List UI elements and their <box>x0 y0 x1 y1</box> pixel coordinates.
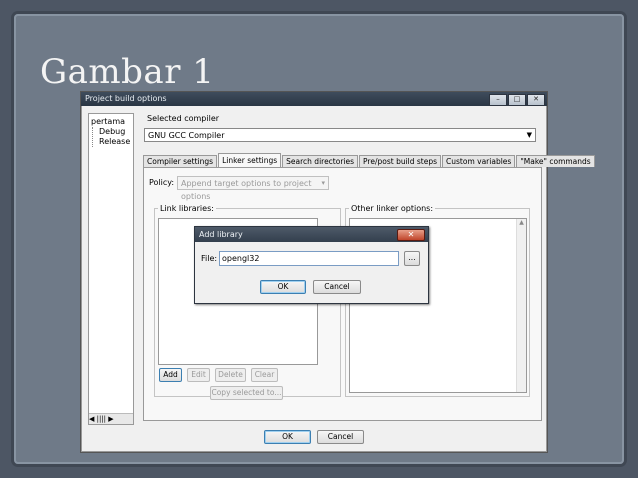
other-linker-options-label: Other linker options: <box>349 204 436 213</box>
tree-item-pertama[interactable]: pertama <box>91 117 125 126</box>
settings-tabs: Compiler settings Linker settings Search… <box>143 153 596 167</box>
window-title: Project build options <box>85 94 167 103</box>
close-button[interactable]: ✕ <box>527 94 545 106</box>
compiler-select[interactable]: GNU GCC Compiler ▼ <box>144 128 536 142</box>
window-controls: – □ ✕ <box>489 94 545 106</box>
copy-selected-to-button[interactable]: Copy selected to... <box>210 386 283 400</box>
dialog-close-button[interactable]: ✕ <box>397 229 425 241</box>
dropdown-arrow-icon: ▾ <box>321 179 325 187</box>
tab-search-directories[interactable]: Search directories <box>282 155 359 167</box>
dialog-cancel-button[interactable]: Cancel <box>313 280 361 294</box>
tab-custom-variables[interactable]: Custom variables <box>442 155 516 167</box>
slide-title: Gambar 1 <box>40 52 215 92</box>
browse-button[interactable]: ... <box>404 251 420 266</box>
policy-select[interactable]: Append target options to project options… <box>177 176 329 201</box>
file-label: File: <box>201 254 218 263</box>
tab-linker-settings[interactable]: Linker settings <box>218 153 282 167</box>
dialog-ok-button[interactable]: OK <box>260 280 306 294</box>
add-library-dialog: Add library ✕ File: opengl32 ... OK Canc… <box>194 226 429 304</box>
link-libraries-label: Link libraries: <box>158 204 216 213</box>
policy-select-value: Append target options to project options <box>181 179 312 201</box>
edit-library-button[interactable]: Edit <box>187 368 210 382</box>
tree-connector <box>92 127 99 147</box>
tab-pre-post-build-steps[interactable]: Pre/post build steps <box>359 155 442 167</box>
dialog-title: Add library <box>199 230 243 239</box>
cancel-button[interactable]: Cancel <box>317 430 364 444</box>
window-titlebar: Project build options – □ ✕ <box>81 92 547 106</box>
selected-compiler-label: Selected compiler <box>147 114 220 123</box>
compiler-select-value: GNU GCC Compiler <box>148 131 225 140</box>
tree-item-debug[interactable]: Debug <box>99 127 125 136</box>
policy-label: Policy: <box>149 178 175 187</box>
delete-library-button[interactable]: Delete <box>215 368 246 382</box>
tree-item-release[interactable]: Release <box>99 137 130 146</box>
ok-button[interactable]: OK <box>264 430 311 444</box>
tree-horizontal-scrollbar[interactable]: ◀ |||| ▶ <box>89 413 133 424</box>
vertical-scrollbar[interactable]: ▲ <box>516 219 526 392</box>
project-tree: pertama Debug Release ◀ |||| ▶ <box>88 113 134 425</box>
maximize-button[interactable]: □ <box>508 94 526 106</box>
tab-make-commands[interactable]: "Make" commands <box>516 155 595 167</box>
minimize-button[interactable]: – <box>489 94 507 106</box>
dropdown-arrow-icon: ▼ <box>526 131 532 139</box>
tab-compiler-settings[interactable]: Compiler settings <box>143 155 218 167</box>
clear-libraries-button[interactable]: Clear <box>251 368 278 382</box>
dialog-titlebar: Add library ✕ <box>195 227 428 242</box>
file-input[interactable]: opengl32 <box>219 251 399 266</box>
add-library-button[interactable]: Add <box>159 368 182 382</box>
